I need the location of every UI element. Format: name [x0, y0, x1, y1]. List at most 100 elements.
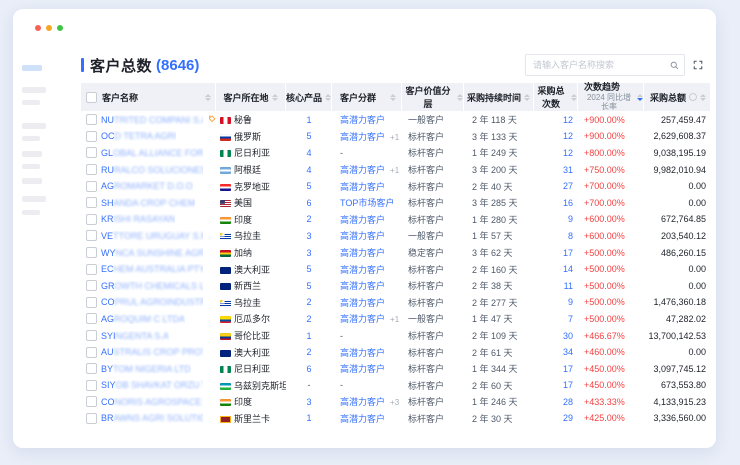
row-checkbox[interactable]	[86, 363, 97, 374]
customer-name-link[interactable]: AGROMARKET D.O.O	[101, 181, 193, 191]
row-checkbox[interactable]	[86, 181, 97, 192]
customer-name-link[interactable]: ECHEM AUSTRALIA PTY LIMITED)	[101, 264, 203, 274]
row-checkbox[interactable]	[86, 330, 97, 341]
core-products-count[interactable]: 3	[286, 394, 332, 411]
customer-name-link[interactable]: SYINGENTA S.A	[101, 331, 169, 341]
purchase-count[interactable]: 34	[534, 344, 578, 361]
row-checkbox[interactable]	[86, 114, 97, 125]
sort-control-products[interactable]	[325, 94, 331, 101]
search-box[interactable]	[525, 54, 685, 76]
sort-control-name[interactable]	[205, 94, 211, 101]
row-checkbox[interactable]	[86, 264, 97, 275]
segment-link[interactable]: 高潜力客户	[340, 231, 385, 241]
sort-control-purchases[interactable]	[571, 94, 577, 101]
row-checkbox[interactable]	[86, 247, 97, 258]
purchase-count[interactable]: 14	[534, 261, 578, 278]
core-products-count[interactable]: 6	[286, 360, 332, 377]
core-products-count[interactable]: 2	[286, 344, 332, 361]
core-products-count[interactable]: 6	[286, 194, 332, 211]
minimize-button[interactable]	[46, 25, 52, 31]
purchase-count[interactable]: 30	[534, 327, 578, 344]
purchase-count[interactable]: 12	[534, 128, 578, 145]
segment-link[interactable]: 高潜力客户	[340, 165, 385, 175]
search-input[interactable]	[531, 59, 668, 71]
customer-name-link[interactable]: BYTOM NIGERIA LTD	[101, 364, 191, 374]
segment-link[interactable]: 高潜力客户	[340, 281, 385, 291]
purchase-count[interactable]: 12	[534, 111, 578, 128]
segment-link[interactable]: 高潜力客户	[340, 265, 385, 275]
customer-name-link[interactable]: SHANDA CROP CHEM	[101, 198, 195, 208]
segment-link[interactable]: TOP市场客户	[340, 198, 394, 208]
purchase-count[interactable]: 12	[534, 145, 578, 162]
customer-name-link[interactable]: AGROQUIM C LTDA	[101, 314, 185, 324]
customer-name-link[interactable]: SIYOB SHAVKAT ORZU TIJORATX...	[101, 380, 203, 390]
segment-link[interactable]: 高潜力客户	[340, 182, 385, 192]
purchase-count[interactable]: 8	[534, 228, 578, 245]
core-products-count[interactable]: 2	[286, 311, 332, 328]
row-checkbox[interactable]	[86, 313, 97, 324]
purchase-count[interactable]: 28	[534, 394, 578, 411]
purchase-count[interactable]: 17	[534, 360, 578, 377]
customer-name-link[interactable]: KRISHI RASAYAN	[101, 214, 175, 224]
core-products-count[interactable]: 1	[286, 327, 332, 344]
row-checkbox[interactable]	[86, 147, 97, 158]
select-all-checkbox[interactable]	[86, 92, 97, 103]
segment-link[interactable]: 高潜力客户	[340, 248, 385, 258]
search-icon[interactable]	[670, 61, 679, 70]
info-icon[interactable]	[689, 93, 697, 101]
core-products-count[interactable]: 5	[286, 277, 332, 294]
core-products-count[interactable]: 1	[286, 410, 332, 427]
row-checkbox[interactable]	[86, 413, 97, 424]
purchase-count[interactable]: 11	[534, 277, 578, 294]
core-products-count[interactable]: 5	[286, 261, 332, 278]
customer-name-link[interactable]: GROWTH CHEMICALS LIMITED	[101, 281, 203, 291]
customer-name-link[interactable]: NUTRITED COMPANI S.A.C	[101, 115, 203, 125]
core-products-count[interactable]: 1	[286, 111, 332, 128]
segment-link[interactable]: 高潜力客户	[340, 115, 385, 125]
customer-name-link[interactable]: AUSTRALIS CROP PROTECTIONP...	[101, 347, 203, 357]
row-checkbox[interactable]	[86, 230, 97, 241]
core-products-count[interactable]: 3	[286, 244, 332, 261]
sidebar-item-active[interactable]	[22, 65, 42, 71]
purchase-count[interactable]: 27	[534, 178, 578, 195]
segment-link[interactable]: 高潜力客户	[340, 314, 385, 324]
core-products-count[interactable]: 5	[286, 128, 332, 145]
purchase-count[interactable]: 17	[534, 244, 578, 261]
row-checkbox[interactable]	[86, 197, 97, 208]
segment-link[interactable]: 高潜力客户	[340, 348, 385, 358]
segment-link[interactable]: 高潜力客户	[340, 215, 385, 225]
purchase-count[interactable]: 17	[534, 377, 578, 394]
sort-control-location[interactable]	[272, 94, 278, 101]
core-products-count[interactable]: 4	[286, 161, 332, 178]
row-checkbox[interactable]	[86, 164, 97, 175]
purchase-count[interactable]: 31	[534, 161, 578, 178]
core-products-count[interactable]: 3	[286, 228, 332, 245]
fullscreen-expand-icon[interactable]	[693, 60, 703, 70]
purchase-count[interactable]: 29	[534, 410, 578, 427]
close-button[interactable]	[35, 25, 41, 31]
purchase-count[interactable]: 9	[534, 294, 578, 311]
purchase-count[interactable]: 7	[534, 311, 578, 328]
segment-link[interactable]: 高潜力客户	[340, 397, 385, 407]
sort-control-total[interactable]	[700, 94, 706, 101]
customer-name-link[interactable]: WYNCA SUNSHINE AGRIC PRO(U...	[101, 248, 203, 258]
customer-name-link[interactable]: BRAWNS AGRI SOLUTIONS PVT LTD	[101, 413, 203, 423]
purchase-count[interactable]: 16	[534, 194, 578, 211]
sort-control-trend[interactable]	[637, 94, 643, 101]
core-products-count[interactable]: 2	[286, 211, 332, 228]
row-checkbox[interactable]	[86, 396, 97, 407]
segment-link[interactable]: 高潜力客户	[340, 298, 385, 308]
customer-name-link[interactable]: OCD TETRA AGRI	[101, 131, 176, 141]
row-checkbox[interactable]	[86, 131, 97, 142]
row-checkbox[interactable]	[86, 280, 97, 291]
customer-name-link[interactable]: CONORIS AGROSPACE PRIVATE ...	[101, 397, 203, 407]
segment-link[interactable]: 高潜力客户	[340, 414, 385, 424]
customer-name-link[interactable]: GLOBAL ALLIANCE FOR CHEESECA...	[101, 148, 203, 158]
purchase-count[interactable]: 9	[534, 211, 578, 228]
sort-control-tier[interactable]	[457, 94, 463, 101]
row-checkbox[interactable]	[86, 297, 97, 308]
segment-link[interactable]: 高潜力客户	[340, 132, 385, 142]
customer-name-link[interactable]: COPRUL AGROINDUSTRIAL ALIANZR...	[101, 297, 203, 307]
core-products-count[interactable]: 5	[286, 178, 332, 195]
sort-control-duration[interactable]	[524, 94, 530, 101]
